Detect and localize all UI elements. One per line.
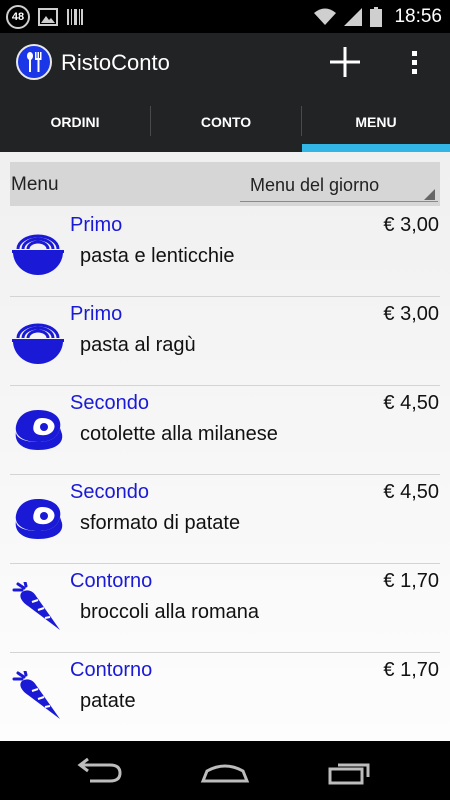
back-arrow-icon — [77, 757, 122, 783]
more-vertical-icon — [412, 51, 417, 74]
tab-bar: ORDINI CONTO MENU — [0, 92, 450, 152]
item-price: € 1,70 — [383, 570, 439, 592]
app-title: RistoConto — [61, 50, 170, 75]
item-category: Contorno — [70, 570, 153, 592]
menu-list-item[interactable]: Secondo cotolette alla milanese € 4,50 — [0, 386, 450, 475]
meat-icon — [15, 499, 63, 539]
menu-type-dropdown[interactable]: Menu del giorno — [239, 164, 439, 204]
barcode-notification-icon — [67, 9, 83, 25]
overflow-menu-button[interactable] — [396, 39, 432, 85]
navigation-bar — [0, 741, 450, 800]
menu-list-item[interactable]: Primo pasta e lenticchie € 3,00 — [0, 208, 450, 297]
item-category: Secondo — [70, 481, 149, 503]
dropdown-selected-value: Menu del giorno — [250, 175, 380, 195]
menu-list-item[interactable]: Secondo sformato di patate € 4,50 — [0, 475, 450, 564]
signal-icon — [344, 7, 363, 26]
tab-ordini[interactable]: ORDINI — [0, 92, 150, 152]
home-icon — [200, 764, 250, 783]
status-bar: 48 18:56 — [0, 0, 450, 33]
item-name: sformato di patate — [80, 512, 241, 534]
fork-spoon-icon — [27, 52, 42, 72]
item-name: pasta e lenticchie — [80, 245, 235, 267]
item-category: Primo — [70, 303, 123, 325]
item-name: cotolette alla milanese — [80, 423, 278, 445]
item-price: € 1,70 — [383, 659, 439, 681]
back-button[interactable] — [70, 751, 130, 791]
filter-label: Menu — [11, 174, 59, 195]
item-price: € 3,00 — [383, 214, 439, 236]
notification-count-badge: 48 — [6, 5, 30, 29]
item-name: patate — [80, 690, 136, 712]
action-bar: RistoConto — [0, 33, 450, 92]
carrot-icon — [12, 582, 60, 630]
item-price: € 3,00 — [383, 303, 439, 325]
item-name: broccoli alla romana — [80, 601, 259, 623]
recent-apps-button[interactable] — [322, 751, 382, 791]
selected-tab-indicator — [302, 144, 450, 152]
meat-icon — [15, 410, 63, 450]
item-price: € 4,50 — [383, 392, 439, 414]
bowl-icon — [12, 323, 64, 364]
image-notification-icon — [38, 8, 58, 26]
app-logo[interactable] — [16, 44, 52, 80]
carrot-icon — [12, 671, 60, 719]
item-category: Primo — [70, 214, 123, 236]
menu-filter-bar: Menu Menu del giorno — [10, 162, 440, 206]
status-clock: 18:56 — [394, 5, 442, 27]
tab-conto[interactable]: CONTO — [151, 92, 301, 152]
wifi-icon — [314, 8, 337, 25]
item-category: Contorno — [70, 659, 153, 681]
recent-apps-icon — [328, 763, 370, 785]
item-category: Secondo — [70, 392, 149, 414]
menu-list-item[interactable]: Primo pasta al ragù € 3,00 — [0, 297, 450, 386]
battery-icon — [370, 6, 383, 27]
bowl-icon — [12, 234, 64, 275]
menu-list-panel: Menu Menu del giorno Primo pasta e lenti… — [0, 152, 450, 741]
dropdown-underline — [240, 201, 438, 202]
item-price: € 4,50 — [383, 481, 439, 503]
tab-menu[interactable]: MENU — [302, 92, 450, 152]
home-button[interactable] — [195, 751, 255, 791]
add-button[interactable] — [322, 39, 368, 85]
menu-list-item[interactable]: Contorno patate € 1,70 — [0, 653, 450, 741]
plus-icon — [330, 47, 360, 77]
menu-list-item[interactable]: Contorno broccoli alla romana € 1,70 — [0, 564, 450, 653]
item-name: pasta al ragù — [80, 334, 196, 356]
dropdown-arrow-icon — [424, 189, 435, 200]
